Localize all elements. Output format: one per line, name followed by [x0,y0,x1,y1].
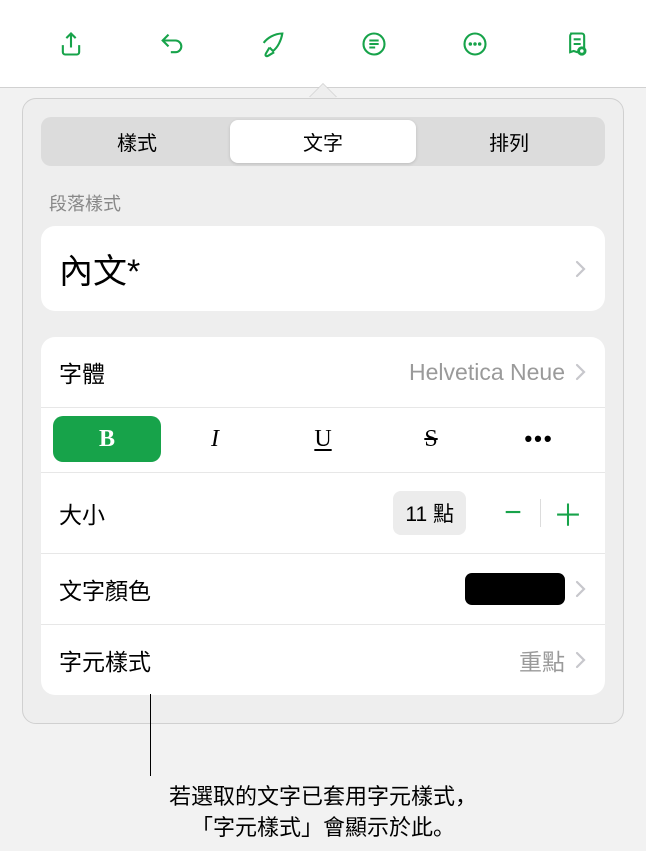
bold-button[interactable]: B [53,416,161,462]
panel-pointer [309,84,337,98]
underline-button[interactable]: U [269,416,377,462]
tab-arrange[interactable]: 排列 [416,120,602,163]
paragraph-style-row[interactable]: 內文* [41,226,605,311]
font-row[interactable]: 字體 Helvetica Neue [41,337,605,408]
tab-text[interactable]: 文字 [230,120,416,163]
format-panel: 樣式 文字 排列 段落樣式 內文* 字體 Helvetica Neue B I [22,98,624,724]
format-button[interactable] [233,16,313,72]
character-style-row[interactable]: 字元樣式 重點 [41,625,605,695]
font-label: 字體 [59,355,105,389]
paragraph-style-value: 內文* [59,244,140,293]
format-brush-icon [259,30,287,58]
more-button[interactable] [435,16,515,72]
chevron-right-icon [575,260,587,278]
text-color-label: 文字顏色 [59,572,151,606]
document-options-button[interactable] [536,16,616,72]
size-decrease-button[interactable]: − [486,491,540,535]
size-value[interactable]: 11 點 [393,491,466,535]
toc-button[interactable] [334,16,414,72]
size-stepper: − ＋ [486,491,595,535]
paragraph-style-header: 段落樣式 [49,190,597,216]
callout-text: 若選取的文字已套用字元樣式， 「字元樣式」會顯示於此。 [0,782,646,844]
font-value: Helvetica Neue [409,359,565,386]
share-button[interactable] [31,16,111,72]
list-icon [360,30,388,58]
strikethrough-button[interactable]: S [377,416,485,462]
format-buttons-row: B I U S ••• [41,408,605,473]
callout-leader-line [150,694,151,776]
tab-style[interactable]: 樣式 [44,120,230,163]
chevron-right-icon [575,363,587,381]
panel-tabs: 樣式 文字 排列 [41,117,605,166]
text-color-row[interactable]: 文字顏色 [41,554,605,625]
more-icon [461,30,489,58]
italic-button[interactable]: I [161,416,269,462]
document-icon [562,30,590,58]
size-label: 大小 [59,496,105,530]
text-color-swatch [465,573,565,605]
character-style-value: 重點 [519,643,565,677]
share-icon [57,30,85,58]
chevron-right-icon [575,580,587,598]
more-format-button[interactable]: ••• [485,416,593,462]
undo-icon [158,30,186,58]
size-increase-button[interactable]: ＋ [541,491,595,535]
size-row: 大小 11 點 − ＋ [41,473,605,554]
character-style-label: 字元樣式 [59,643,151,677]
chevron-right-icon [575,651,587,669]
undo-button[interactable] [132,16,212,72]
main-toolbar [0,0,646,88]
